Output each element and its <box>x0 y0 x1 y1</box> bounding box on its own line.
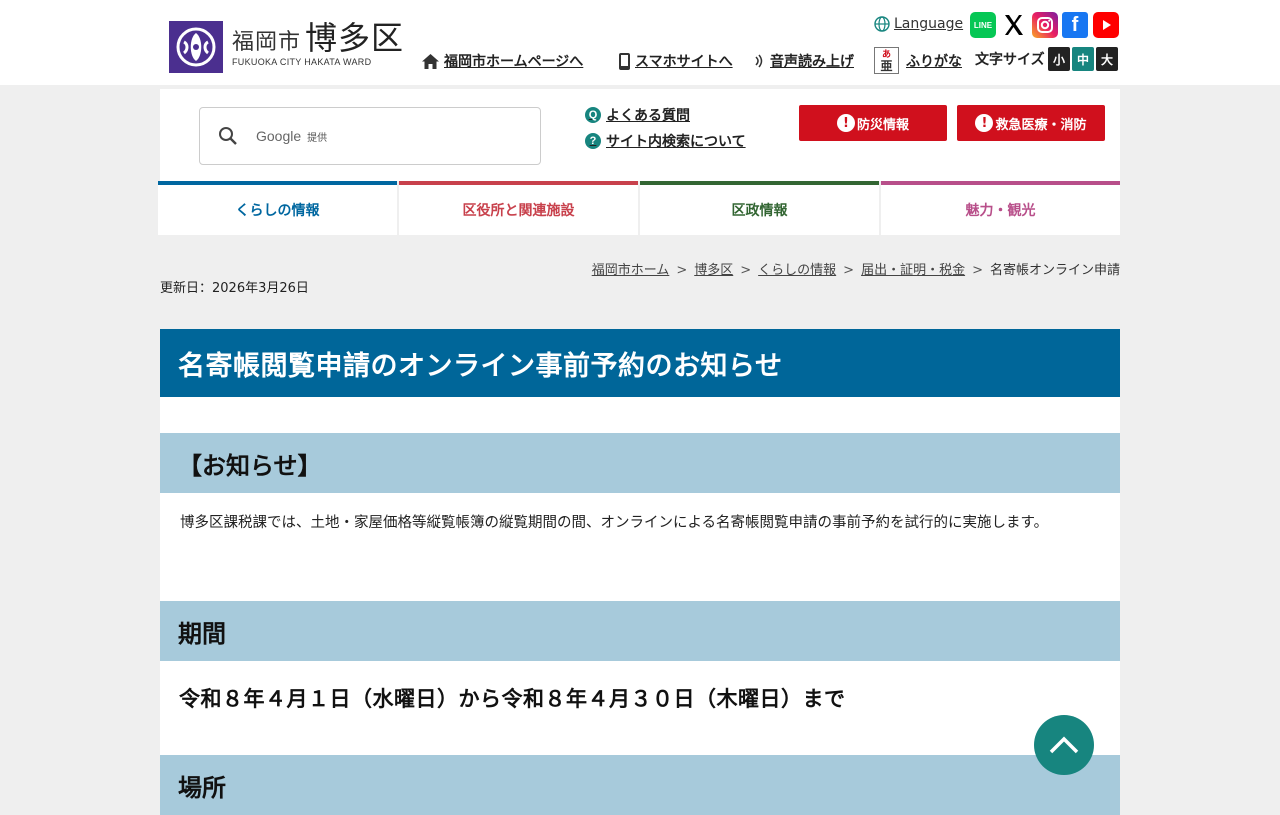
section-heading-notice: 【お知らせ】 <box>160 433 1120 493</box>
line-icon[interactable]: LINE <box>970 12 996 38</box>
chevron-up-icon <box>1049 736 1079 754</box>
home-icon <box>422 53 439 69</box>
site-logo[interactable]: 福岡市 博多区 FUKUOKA CITY HAKATA WARD <box>169 21 404 73</box>
nav-tourism[interactable]: 魅力・観光 <box>881 181 1120 235</box>
logo-ward-text: 博多区 <box>305 19 405 57</box>
logo-city-text: 福岡市 <box>232 30 302 55</box>
search-panel: Google 提供 Q よくある質問 ? サイト内検索について ! 防災情報 !… <box>160 89 1120 181</box>
svg-text:亜: 亜 <box>880 59 892 73</box>
alert-icon: ! <box>975 114 994 132</box>
faq-link[interactable]: Q よくある質問 <box>585 105 690 125</box>
breadcrumb-link[interactable]: 博多区 <box>694 263 733 278</box>
notice-text: 博多区課税課では、土地・家屋価格等縦覧帳簿の縦覧期間の間、オンラインによる名寄帳… <box>180 515 1049 531</box>
breadcrumb: 福岡市ホーム > 博多区 > くらしの情報 > 届出・証明・税金 > 名寄帳オンライン申請 <box>591 263 1120 278</box>
globe-icon <box>874 16 890 32</box>
nav-ward-admin[interactable]: 区政情報 <box>640 181 879 235</box>
updated-date: 更新日：2026年3月26日 <box>160 281 309 296</box>
font-size-medium-button[interactable]: 中 <box>1072 47 1094 71</box>
page-title: 名寄帳閲覧申請のオンライン事前予約のお知らせ <box>160 329 1120 397</box>
search-input[interactable]: Google 提供 <box>199 107 541 165</box>
question-icon: ? <box>585 133 601 149</box>
section-heading-period: 期間 <box>160 601 1120 661</box>
facebook-icon[interactable]: f <box>1062 12 1088 38</box>
global-nav: くらしの情報 区役所と関連施設 区政情報 魅力・観光 <box>158 181 1120 235</box>
x-icon[interactable] <box>1001 12 1027 38</box>
faq-icon: Q <box>585 107 601 123</box>
smartphone-site-link[interactable]: スマホサイトへ <box>618 51 733 71</box>
furigana-link[interactable]: あ亜 ふりがな <box>874 47 962 74</box>
smartphone-icon <box>619 52 630 70</box>
nav-ward-office[interactable]: 区役所と関連施設 <box>399 181 638 235</box>
provided-label: 提供 <box>307 132 328 144</box>
site-header: 福岡市 博多区 FUKUOKA CITY HAKATA WARD Languag… <box>0 0 1280 85</box>
breadcrumb-current: 名寄帳オンライン申請 <box>989 263 1120 278</box>
section-heading-place: 場所 <box>160 755 1120 815</box>
furigana-icon: あ亜 <box>874 47 899 74</box>
logo-english-text: FUKUOKA CITY HAKATA WARD <box>232 57 372 67</box>
instagram-icon[interactable] <box>1032 12 1058 38</box>
about-search-link[interactable]: ? サイト内検索について <box>585 131 746 151</box>
alert-icon: ! <box>836 114 855 132</box>
disaster-info-button[interactable]: ! 防災情報 <box>799 105 947 141</box>
emergency-medical-button[interactable]: ! 救急医療・消防 <box>957 105 1105 141</box>
youtube-icon[interactable] <box>1093 12 1119 38</box>
nav-living-info[interactable]: くらしの情報 <box>158 181 397 235</box>
breadcrumb-link[interactable]: くらしの情報 <box>758 263 836 278</box>
main-content: 名寄帳閲覧申請のオンライン事前予約のお知らせ 【お知らせ】 博多区課税課では、土… <box>160 329 1120 815</box>
voice-reading-link[interactable]: 音声読み上げ <box>754 51 854 71</box>
font-size-label: 文字サイズ <box>975 52 1045 68</box>
breadcrumb-link[interactable]: 届出・証明・税金 <box>861 263 965 278</box>
period-text: 令和８年４月１日（水曜日）から令和８年４月３０日（木曜日）まで <box>179 687 846 711</box>
search-icon <box>219 127 237 145</box>
font-size-small-button[interactable]: 小 <box>1048 47 1070 71</box>
back-to-top-button[interactable] <box>1034 715 1094 775</box>
speaker-icon <box>755 54 763 68</box>
font-size-large-button[interactable]: 大 <box>1096 47 1118 71</box>
hakata-emblem-icon <box>169 21 223 73</box>
city-home-link[interactable]: 福岡市ホームページへ <box>421 51 583 71</box>
language-link[interactable]: Language <box>874 16 963 32</box>
breadcrumb-link[interactable]: 福岡市ホーム <box>592 263 670 278</box>
google-label: Google <box>256 128 302 144</box>
